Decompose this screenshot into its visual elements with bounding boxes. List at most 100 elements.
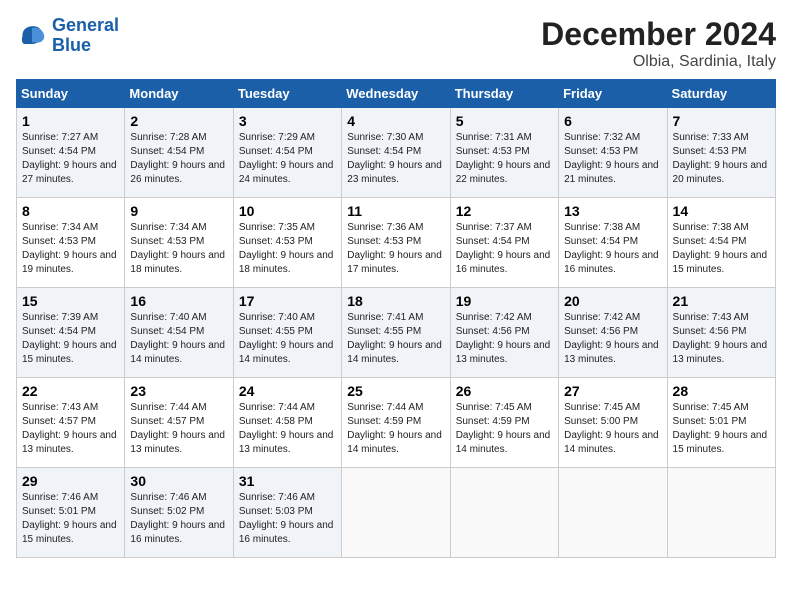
weekday-header: Saturday [667, 80, 775, 108]
day-number: 5 [456, 113, 553, 129]
day-info: Sunrise: 7:46 AM Sunset: 5:03 PM Dayligh… [239, 491, 336, 547]
calendar-cell [450, 468, 558, 558]
day-number: 21 [673, 293, 770, 309]
day-info: Sunrise: 7:44 AM Sunset: 4:58 PM Dayligh… [239, 401, 336, 457]
calendar-cell: 16 Sunrise: 7:40 AM Sunset: 4:54 PM Dayl… [125, 288, 233, 378]
day-number: 6 [564, 113, 661, 129]
weekday-header: Sunday [17, 80, 125, 108]
day-info: Sunrise: 7:41 AM Sunset: 4:55 PM Dayligh… [347, 311, 444, 367]
calendar-cell: 1 Sunrise: 7:27 AM Sunset: 4:54 PM Dayli… [17, 108, 125, 198]
calendar-table: SundayMondayTuesdayWednesdayThursdayFrid… [16, 79, 776, 558]
day-number: 18 [347, 293, 444, 309]
day-info: Sunrise: 7:44 AM Sunset: 4:59 PM Dayligh… [347, 401, 444, 457]
calendar-cell: 29 Sunrise: 7:46 AM Sunset: 5:01 PM Dayl… [17, 468, 125, 558]
day-info: Sunrise: 7:42 AM Sunset: 4:56 PM Dayligh… [456, 311, 553, 367]
calendar-cell: 30 Sunrise: 7:46 AM Sunset: 5:02 PM Dayl… [125, 468, 233, 558]
weekday-header: Friday [559, 80, 667, 108]
calendar-cell: 7 Sunrise: 7:33 AM Sunset: 4:53 PM Dayli… [667, 108, 775, 198]
day-info: Sunrise: 7:42 AM Sunset: 4:56 PM Dayligh… [564, 311, 661, 367]
calendar-cell: 9 Sunrise: 7:34 AM Sunset: 4:53 PM Dayli… [125, 198, 233, 288]
calendar-week-row: 1 Sunrise: 7:27 AM Sunset: 4:54 PM Dayli… [17, 108, 776, 198]
logo: General Blue [16, 16, 119, 56]
weekday-header: Wednesday [342, 80, 450, 108]
calendar-cell: 10 Sunrise: 7:35 AM Sunset: 4:53 PM Dayl… [233, 198, 341, 288]
calendar-cell: 26 Sunrise: 7:45 AM Sunset: 4:59 PM Dayl… [450, 378, 558, 468]
day-number: 23 [130, 383, 227, 399]
calendar-cell: 25 Sunrise: 7:44 AM Sunset: 4:59 PM Dayl… [342, 378, 450, 468]
day-number: 13 [564, 203, 661, 219]
calendar-cell: 12 Sunrise: 7:37 AM Sunset: 4:54 PM Dayl… [450, 198, 558, 288]
day-number: 8 [22, 203, 119, 219]
day-number: 31 [239, 473, 336, 489]
calendar-cell: 21 Sunrise: 7:43 AM Sunset: 4:56 PM Dayl… [667, 288, 775, 378]
day-info: Sunrise: 7:40 AM Sunset: 4:54 PM Dayligh… [130, 311, 227, 367]
day-number: 1 [22, 113, 119, 129]
day-info: Sunrise: 7:36 AM Sunset: 4:53 PM Dayligh… [347, 221, 444, 277]
logo-general: General [52, 15, 119, 35]
calendar-cell: 24 Sunrise: 7:44 AM Sunset: 4:58 PM Dayl… [233, 378, 341, 468]
day-info: Sunrise: 7:32 AM Sunset: 4:53 PM Dayligh… [564, 131, 661, 187]
day-info: Sunrise: 7:28 AM Sunset: 4:54 PM Dayligh… [130, 131, 227, 187]
calendar-cell: 3 Sunrise: 7:29 AM Sunset: 4:54 PM Dayli… [233, 108, 341, 198]
day-info: Sunrise: 7:40 AM Sunset: 4:55 PM Dayligh… [239, 311, 336, 367]
calendar-week-row: 8 Sunrise: 7:34 AM Sunset: 4:53 PM Dayli… [17, 198, 776, 288]
calendar-cell: 22 Sunrise: 7:43 AM Sunset: 4:57 PM Dayl… [17, 378, 125, 468]
calendar-cell: 2 Sunrise: 7:28 AM Sunset: 4:54 PM Dayli… [125, 108, 233, 198]
day-info: Sunrise: 7:30 AM Sunset: 4:54 PM Dayligh… [347, 131, 444, 187]
day-number: 26 [456, 383, 553, 399]
calendar-cell: 13 Sunrise: 7:38 AM Sunset: 4:54 PM Dayl… [559, 198, 667, 288]
calendar-cell: 19 Sunrise: 7:42 AM Sunset: 4:56 PM Dayl… [450, 288, 558, 378]
day-number: 17 [239, 293, 336, 309]
logo-text: General Blue [52, 16, 119, 56]
calendar-cell: 31 Sunrise: 7:46 AM Sunset: 5:03 PM Dayl… [233, 468, 341, 558]
day-number: 30 [130, 473, 227, 489]
calendar-cell: 17 Sunrise: 7:40 AM Sunset: 4:55 PM Dayl… [233, 288, 341, 378]
day-info: Sunrise: 7:27 AM Sunset: 4:54 PM Dayligh… [22, 131, 119, 187]
day-number: 29 [22, 473, 119, 489]
day-number: 12 [456, 203, 553, 219]
day-info: Sunrise: 7:45 AM Sunset: 5:01 PM Dayligh… [673, 401, 770, 457]
day-number: 11 [347, 203, 444, 219]
weekday-header-row: SundayMondayTuesdayWednesdayThursdayFrid… [17, 80, 776, 108]
calendar-cell: 15 Sunrise: 7:39 AM Sunset: 4:54 PM Dayl… [17, 288, 125, 378]
calendar-cell [667, 468, 775, 558]
weekday-header: Thursday [450, 80, 558, 108]
day-info: Sunrise: 7:45 AM Sunset: 5:00 PM Dayligh… [564, 401, 661, 457]
weekday-header: Monday [125, 80, 233, 108]
day-number: 15 [22, 293, 119, 309]
calendar-week-row: 22 Sunrise: 7:43 AM Sunset: 4:57 PM Dayl… [17, 378, 776, 468]
day-number: 25 [347, 383, 444, 399]
day-number: 22 [22, 383, 119, 399]
calendar-cell [342, 468, 450, 558]
day-number: 16 [130, 293, 227, 309]
day-number: 3 [239, 113, 336, 129]
day-info: Sunrise: 7:37 AM Sunset: 4:54 PM Dayligh… [456, 221, 553, 277]
day-number: 20 [564, 293, 661, 309]
month-title: December 2024 [541, 16, 776, 53]
day-number: 2 [130, 113, 227, 129]
day-number: 28 [673, 383, 770, 399]
day-number: 27 [564, 383, 661, 399]
day-info: Sunrise: 7:29 AM Sunset: 4:54 PM Dayligh… [239, 131, 336, 187]
day-info: Sunrise: 7:38 AM Sunset: 4:54 PM Dayligh… [564, 221, 661, 277]
title-block: December 2024 Olbia, Sardinia, Italy [541, 16, 776, 71]
weekday-header: Tuesday [233, 80, 341, 108]
day-number: 4 [347, 113, 444, 129]
calendar-week-row: 29 Sunrise: 7:46 AM Sunset: 5:01 PM Dayl… [17, 468, 776, 558]
day-number: 9 [130, 203, 227, 219]
day-info: Sunrise: 7:43 AM Sunset: 4:56 PM Dayligh… [673, 311, 770, 367]
day-number: 7 [673, 113, 770, 129]
location-title: Olbia, Sardinia, Italy [541, 53, 776, 71]
calendar-cell: 8 Sunrise: 7:34 AM Sunset: 4:53 PM Dayli… [17, 198, 125, 288]
logo-blue: Blue [52, 35, 91, 55]
logo-icon [16, 20, 48, 52]
calendar-cell: 4 Sunrise: 7:30 AM Sunset: 4:54 PM Dayli… [342, 108, 450, 198]
day-info: Sunrise: 7:31 AM Sunset: 4:53 PM Dayligh… [456, 131, 553, 187]
day-info: Sunrise: 7:34 AM Sunset: 4:53 PM Dayligh… [130, 221, 227, 277]
day-info: Sunrise: 7:39 AM Sunset: 4:54 PM Dayligh… [22, 311, 119, 367]
day-info: Sunrise: 7:44 AM Sunset: 4:57 PM Dayligh… [130, 401, 227, 457]
day-info: Sunrise: 7:34 AM Sunset: 4:53 PM Dayligh… [22, 221, 119, 277]
calendar-cell [559, 468, 667, 558]
calendar-week-row: 15 Sunrise: 7:39 AM Sunset: 4:54 PM Dayl… [17, 288, 776, 378]
day-number: 19 [456, 293, 553, 309]
